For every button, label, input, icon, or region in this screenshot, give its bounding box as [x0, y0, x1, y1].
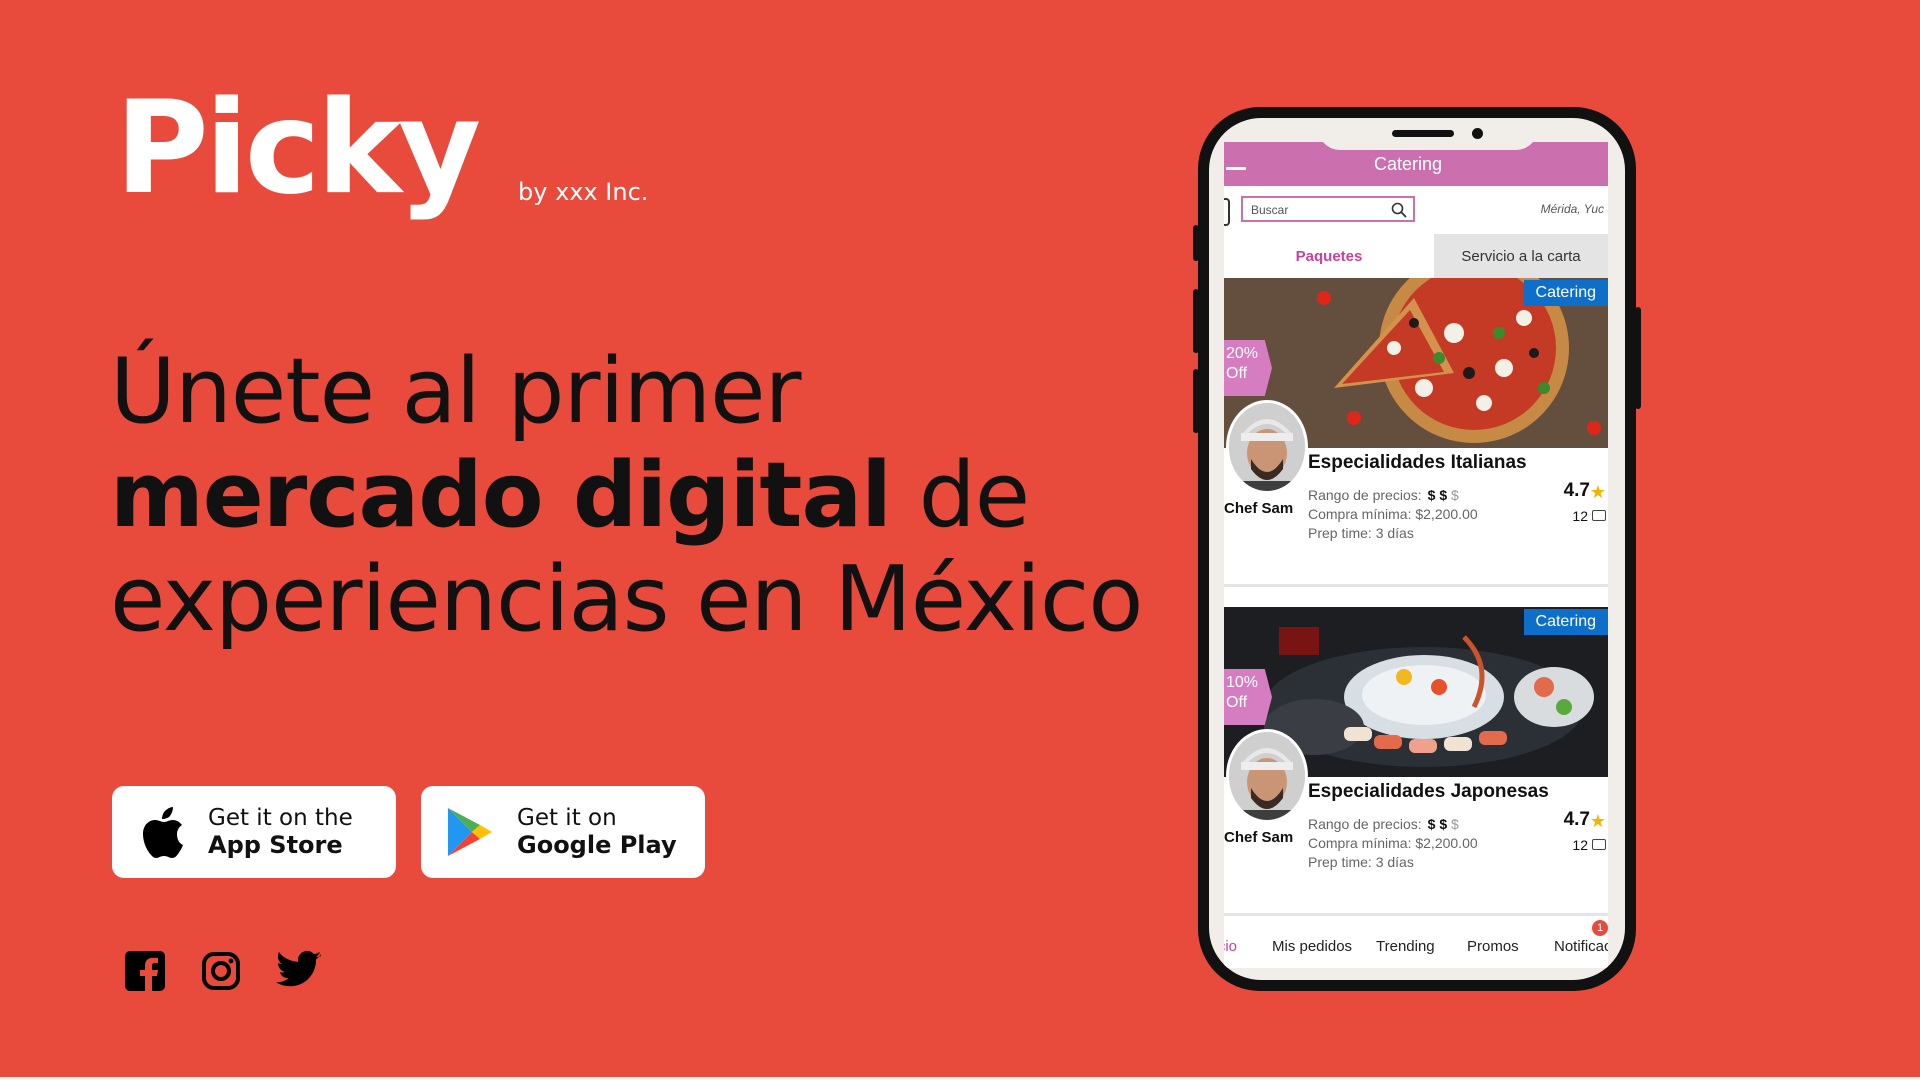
- nav-promos[interactable]: Promos: [1467, 938, 1519, 955]
- star-icon: ★: [1589, 482, 1606, 502]
- package-card[interactable]: Catering 10% Off Chef Sam Especialidades…: [1224, 607, 1608, 916]
- instagram-icon[interactable]: [198, 948, 244, 994]
- headline-line-3: experiencias en México: [110, 547, 1143, 652]
- chef-avatar: [1226, 400, 1308, 494]
- discount-percent: 10%: [1226, 674, 1259, 691]
- camera: [1472, 128, 1483, 139]
- discount-off: Off: [1226, 365, 1248, 382]
- menu-icon[interactable]: [1226, 167, 1246, 170]
- rating-value: 4.7: [1563, 480, 1590, 501]
- nav-notificaciones[interactable]: Notificaciones: [1554, 938, 1608, 955]
- comment-icon: [1592, 510, 1606, 521]
- package-card[interactable]: Catering 20% Off Chef Sam Especialidades…: [1224, 278, 1608, 587]
- price-range-active: $ $: [1427, 487, 1448, 503]
- tab-paquetes[interactable]: Paquetes: [1224, 234, 1434, 278]
- star-icon: ★: [1589, 811, 1606, 831]
- bottom-nav: Inicio Mis pedidos Trending Promos Notif…: [1224, 914, 1608, 968]
- app-store-button[interactable]: Get it on the App Store: [112, 786, 396, 878]
- card-gap: [1224, 587, 1608, 607]
- package-title: Especialidades Italianas: [1308, 452, 1527, 473]
- chef-name: Chef Sam: [1224, 829, 1294, 846]
- app-store-big-label: App Store: [208, 831, 343, 859]
- google-play-icon: [441, 803, 499, 861]
- location-label[interactable]: Mérida, Yuc: [1541, 202, 1604, 216]
- app-screen: Catering Buscar Mérida, Yuc Paquetes Ser…: [1224, 142, 1608, 968]
- price-range-label: Rango de precios:: [1308, 487, 1422, 503]
- phone-notch: [1318, 118, 1538, 150]
- category-tag: Catering: [1523, 280, 1608, 306]
- price-range-label: Rango de precios:: [1308, 816, 1422, 832]
- chef-avatar: [1226, 729, 1308, 823]
- phone-power-button: [1635, 307, 1641, 409]
- headline-bold: mercado digital: [110, 443, 892, 548]
- nav-inicio[interactable]: Inicio: [1224, 938, 1237, 955]
- google-play-button[interactable]: Get it on Google Play: [421, 786, 705, 878]
- price-range-inactive: $: [1451, 487, 1459, 503]
- search-icon[interactable]: [1391, 202, 1407, 221]
- headline-line-2: mercado digital de: [110, 444, 1142, 548]
- brand-logo: Picky: [115, 74, 481, 223]
- comment-icon: [1592, 839, 1606, 850]
- price-range-inactive: $: [1451, 816, 1459, 832]
- search-placeholder: Buscar: [1251, 203, 1289, 217]
- prep-time: Prep time: 3 días: [1308, 525, 1414, 541]
- package-title: Especialidades Japonesas: [1308, 781, 1549, 802]
- nav-trending[interactable]: Trending: [1376, 938, 1435, 955]
- phone-mockup: Catering Buscar Mérida, Yuc Paquetes Ser…: [1193, 107, 1641, 991]
- phone-screen: Catering Buscar Mérida, Yuc Paquetes Ser…: [1209, 118, 1625, 980]
- nav-mis-pedidos[interactable]: Mis pedidos: [1272, 938, 1352, 955]
- tab-bar: Paquetes Servicio a la carta: [1224, 234, 1608, 278]
- discount-badge: 20% Off: [1224, 340, 1272, 396]
- phone-volume-up: [1193, 289, 1199, 353]
- rating-value: 4.7: [1563, 809, 1590, 830]
- facebook-icon[interactable]: [122, 948, 168, 994]
- app-store-small-label: Get it on the: [208, 805, 353, 831]
- filter-handle[interactable]: [1224, 198, 1230, 226]
- price-range-active: $ $: [1427, 816, 1448, 832]
- min-purchase: Compra mínima: $2,200.00: [1308, 506, 1478, 522]
- review-count: 12: [1572, 837, 1588, 853]
- phone-mute-button: [1193, 225, 1199, 261]
- category-tag: Catering: [1523, 609, 1608, 635]
- chef-name: Chef Sam: [1224, 500, 1294, 517]
- discount-percent: 20%: [1226, 345, 1259, 362]
- google-play-small-label: Get it on: [517, 805, 617, 831]
- twitter-icon[interactable]: [276, 948, 322, 994]
- headline: Únete al primer mercado digital de exper…: [110, 339, 1143, 652]
- search-input[interactable]: Buscar: [1241, 196, 1415, 222]
- package-meta: Rango de precios: $ $ $ Compra mínima: $2…: [1308, 815, 1478, 872]
- prep-time: Prep time: 3 días: [1308, 854, 1414, 870]
- discount-off: Off: [1226, 694, 1248, 711]
- phone-volume-down: [1193, 369, 1199, 433]
- tab-servicio-carta[interactable]: Servicio a la carta: [1434, 234, 1608, 278]
- google-play-big-label: Google Play: [517, 831, 677, 859]
- search-row: Buscar Mérida, Yuc: [1224, 186, 1608, 234]
- min-purchase: Compra mínima: $2,200.00: [1308, 835, 1478, 851]
- headline-line-2-rest: de: [891, 443, 1031, 548]
- apple-icon: [132, 803, 190, 861]
- package-meta: Rango de precios: $ $ $ Compra mínima: $2…: [1308, 486, 1478, 543]
- speaker: [1392, 130, 1454, 137]
- headline-line-1: Únete al primer: [110, 339, 802, 444]
- discount-badge: 10% Off: [1224, 669, 1272, 725]
- review-count: 12: [1572, 508, 1588, 524]
- category-selector[interactable]: Catering: [1374, 154, 1442, 175]
- brand-byline: by xxx Inc.: [518, 178, 649, 206]
- notification-badge: 1: [1592, 920, 1608, 936]
